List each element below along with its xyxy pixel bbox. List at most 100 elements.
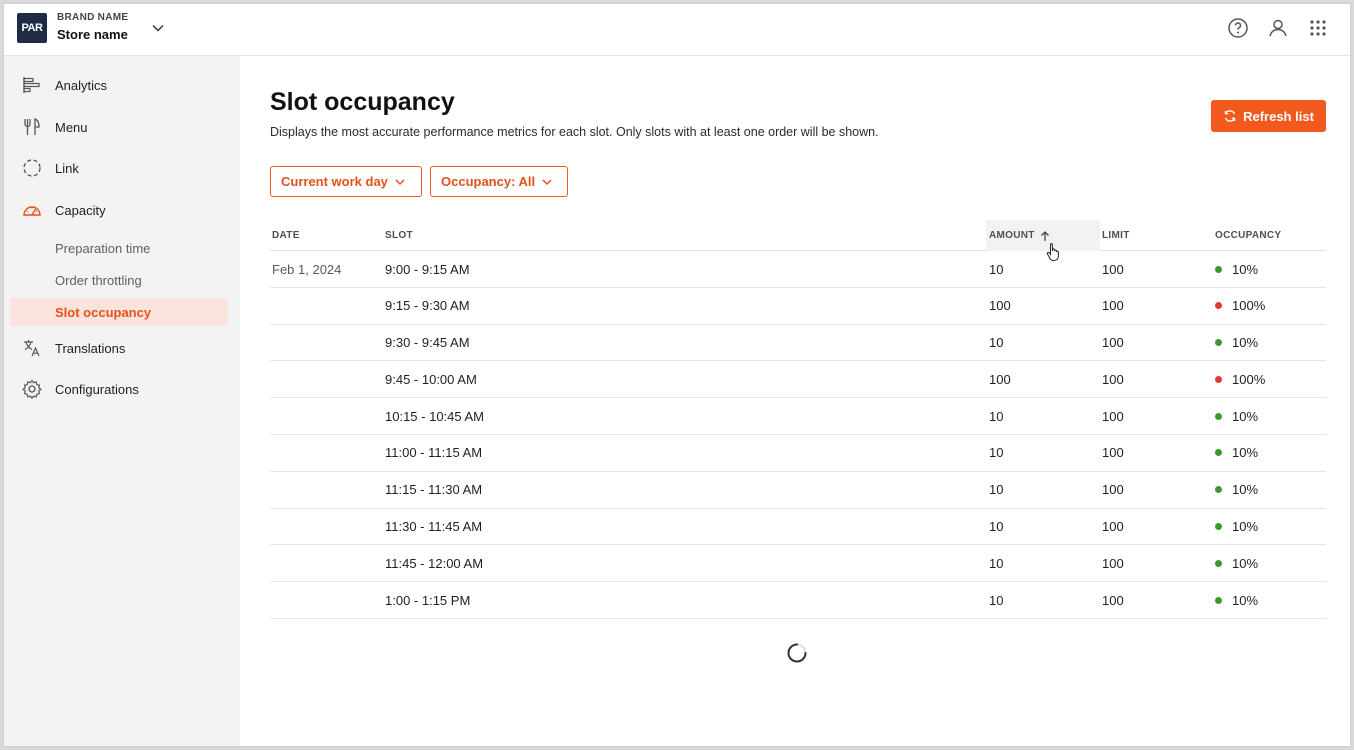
- column-header-slot[interactable]: SLOT: [385, 220, 413, 251]
- occupancy-value: 10%: [1232, 555, 1259, 571]
- status-dot: [1215, 523, 1222, 531]
- table-row: 11:30 - 11:45 AM 10 100 10%: [270, 509, 1326, 546]
- sidebar-item-configurations[interactable]: Configurations: [4, 371, 240, 407]
- sidebar-subitem-order-throttling[interactable]: Order throttling: [10, 266, 228, 294]
- refresh-icon: [1224, 110, 1236, 122]
- sidebar-subitem-label: Preparation time: [55, 240, 151, 256]
- cell-occupancy: 10%: [1215, 251, 1258, 287]
- cell-occupancy: 100%: [1215, 361, 1265, 397]
- occupancy-filter-label: Occupancy: All: [441, 174, 536, 189]
- sidebar-subitem-slot-occupancy[interactable]: Slot occupancy: [10, 298, 228, 326]
- sidebar-item-label: Translations: [55, 340, 126, 356]
- column-header-limit[interactable]: LIMIT: [1102, 220, 1130, 251]
- occupancy-value: 10%: [1232, 592, 1259, 608]
- sidebar-subitem-preparation-time[interactable]: Preparation time: [10, 234, 228, 262]
- cell-slot: 1:00 - 1:15 PM: [385, 592, 471, 608]
- chevron-down-icon[interactable]: [149, 19, 167, 37]
- cell-limit: 100: [1102, 555, 1124, 571]
- sidebar: Analytics Menu Link Capacity Preparation…: [4, 56, 240, 746]
- cell-amount: 10: [989, 445, 1004, 461]
- cell-date: Feb 1, 2024: [272, 261, 342, 277]
- table-row: 1:00 - 1:15 PM 10 100 10%: [270, 582, 1326, 619]
- status-dot: [1215, 559, 1222, 567]
- top-bar: PAR BRAND NAME Store name: [4, 4, 1350, 56]
- occupancy-value: 10%: [1232, 261, 1259, 277]
- table-row: 9:45 - 10:00 AM 100 100 100%: [270, 361, 1326, 399]
- app-window: PAR BRAND NAME Store name Analytics Menu…: [3, 3, 1351, 747]
- cell-occupancy: 10%: [1215, 472, 1258, 508]
- link-circle-icon: [23, 159, 41, 177]
- app-grid-icon[interactable]: [1306, 16, 1330, 40]
- table-row: Feb 1, 2024 9:00 - 9:15 AM 10 100 10%: [270, 251, 1326, 288]
- cell-slot: 10:15 - 10:45 AM: [385, 408, 485, 424]
- table-row: 11:15 - 11:30 AM 10 100 10%: [270, 472, 1326, 509]
- sidebar-item-label: Configurations: [55, 381, 139, 397]
- status-dot: [1215, 339, 1222, 347]
- page-title: Slot occupancy: [270, 88, 455, 116]
- cell-slot: 11:15 - 11:30 AM: [385, 482, 483, 498]
- brand-switcher[interactable]: BRAND NAME Store name: [57, 12, 128, 42]
- column-header-amount[interactable]: AMOUNT: [986, 220, 1100, 251]
- table-header: DATE SLOT AMOUNT LIMIT OCCUPANCY: [270, 220, 1326, 251]
- analytics-icon: [23, 77, 40, 93]
- date-filter-label: Current work day: [281, 174, 388, 189]
- cell-limit: 100: [1102, 445, 1124, 461]
- cell-occupancy: 10%: [1215, 545, 1258, 581]
- gear-icon: [22, 379, 42, 399]
- date-filter-dropdown[interactable]: Current work day: [270, 166, 422, 197]
- refresh-list-button[interactable]: Refresh list: [1211, 100, 1326, 132]
- occupancy-value: 10%: [1232, 482, 1259, 498]
- sort-ascending-icon: [1040, 230, 1049, 241]
- status-dot: [1215, 449, 1222, 457]
- cell-amount: 10: [989, 519, 1004, 535]
- cell-amount: 10: [989, 408, 1004, 424]
- sidebar-subitem-label: Order throttling: [55, 272, 142, 288]
- status-dot: [1215, 486, 1222, 494]
- cell-occupancy: 10%: [1215, 325, 1258, 361]
- user-icon[interactable]: [1266, 16, 1290, 40]
- refresh-list-label: Refresh list: [1243, 108, 1314, 124]
- cell-limit: 100: [1102, 482, 1124, 498]
- gauge-icon: [23, 206, 41, 216]
- cell-occupancy: 10%: [1215, 398, 1258, 434]
- sidebar-item-analytics[interactable]: Analytics: [4, 67, 240, 103]
- occupancy-filter-dropdown[interactable]: Occupancy: All: [430, 166, 568, 197]
- cell-slot: 9:00 - 9:15 AM: [385, 261, 470, 277]
- table-row: 11:00 - 11:15 AM 10 100 10%: [270, 435, 1326, 472]
- column-header-date[interactable]: DATE: [272, 220, 300, 251]
- sidebar-item-link[interactable]: Link: [4, 150, 240, 186]
- chevron-down-icon: [542, 178, 552, 185]
- column-header-occupancy[interactable]: OCCUPANCY: [1215, 220, 1281, 251]
- cell-limit: 100: [1102, 519, 1124, 535]
- hand-cursor-icon: [1046, 243, 1059, 261]
- cell-occupancy: 10%: [1215, 509, 1258, 545]
- sidebar-item-menu[interactable]: Menu: [4, 109, 240, 145]
- table-row: 11:45 - 12:00 AM 10 100 10%: [270, 545, 1326, 583]
- cell-slot: 9:45 - 10:00 AM: [385, 371, 477, 387]
- cell-limit: 100: [1102, 261, 1124, 277]
- slot-occupancy-table: DATE SLOT AMOUNT LIMIT OCCUPANCY Feb 1, …: [270, 220, 1326, 619]
- cell-slot: 9:30 - 9:45 AM: [385, 335, 470, 351]
- chevron-down-icon: [395, 178, 405, 185]
- status-dot: [1215, 375, 1222, 383]
- cell-amount: 10: [989, 555, 1004, 571]
- sidebar-item-label: Capacity: [55, 202, 106, 218]
- cell-amount: 10: [989, 335, 1004, 351]
- cell-limit: 100: [1102, 335, 1124, 351]
- column-header-amount-label: AMOUNT: [989, 230, 1035, 241]
- sidebar-item-translations[interactable]: Translations: [4, 330, 240, 366]
- cell-occupancy: 10%: [1215, 582, 1258, 618]
- store-name-label: Store name: [57, 27, 128, 42]
- cell-amount: 10: [989, 482, 1004, 498]
- table-row: 9:15 - 9:30 AM 100 100 100%: [270, 288, 1326, 325]
- sidebar-item-capacity[interactable]: Capacity: [4, 192, 240, 228]
- page-description: Displays the most accurate performance m…: [270, 125, 879, 139]
- table-row: 9:30 - 9:45 AM 10 100 10%: [270, 325, 1326, 362]
- occupancy-value: 10%: [1232, 519, 1259, 535]
- cell-slot: 11:30 - 11:45 AM: [385, 519, 483, 535]
- cell-slot: 9:15 - 9:30 AM: [385, 298, 470, 314]
- help-icon[interactable]: [1226, 16, 1250, 40]
- cell-limit: 100: [1102, 592, 1124, 608]
- status-dot: [1215, 412, 1222, 420]
- status-dot: [1215, 596, 1222, 604]
